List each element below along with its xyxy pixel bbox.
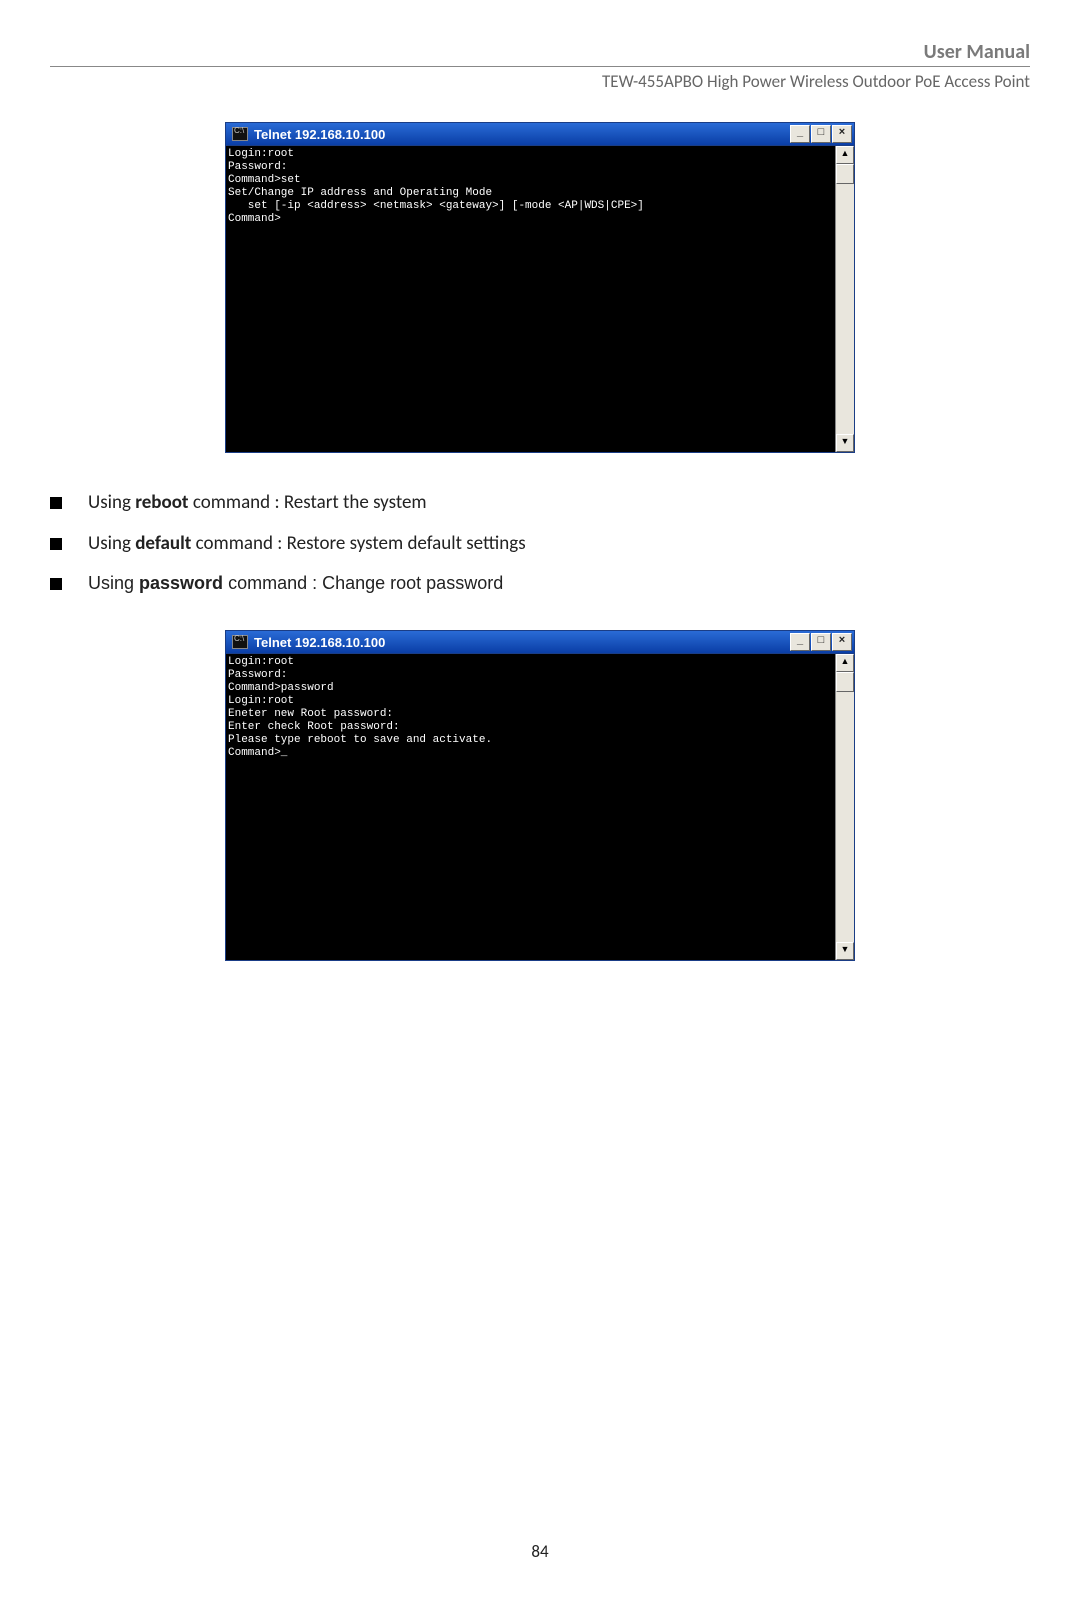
text: Using (88, 573, 139, 593)
text: Using (88, 532, 135, 555)
scroll-down-icon[interactable]: ▼ (836, 942, 854, 960)
command-name: password (139, 573, 223, 593)
titlebar[interactable]: Telnet 192.168.10.100 _ □ × (225, 630, 855, 654)
bullet-reboot: Using reboot command : Restart the syste… (50, 491, 1030, 514)
scroll-up-icon[interactable]: ▲ (836, 146, 854, 164)
text: command : Restore system default setting… (191, 532, 525, 555)
terminal-output[interactable]: Login:root Password: Command>set Set/Cha… (226, 146, 835, 452)
bullet-icon (50, 497, 62, 509)
window-title: Telnet 192.168.10.100 (254, 127, 790, 142)
command-prompt-icon (232, 635, 248, 649)
terminal-window-password: Telnet 192.168.10.100 _ □ × Login:root P… (225, 630, 855, 961)
scroll-thumb[interactable] (836, 672, 854, 692)
terminal-window-set: Telnet 192.168.10.100 _ □ × Login:root P… (225, 122, 855, 453)
command-name: default (135, 532, 191, 555)
page-number: 84 (50, 1541, 1030, 1562)
bullet-icon (50, 538, 62, 550)
text: command : Restart the system (189, 491, 427, 514)
command-name: reboot (135, 491, 188, 514)
subtitle: TEW-455APBO High Power Wireless Outdoor … (50, 71, 1030, 92)
titlebar[interactable]: Telnet 192.168.10.100 _ □ × (225, 122, 855, 146)
minimize-button[interactable]: _ (790, 633, 810, 651)
window-title: Telnet 192.168.10.100 (254, 635, 790, 650)
scroll-thumb[interactable] (836, 164, 854, 184)
close-button[interactable]: × (832, 633, 852, 651)
bullet-icon (50, 578, 62, 590)
text: command : Change root password (223, 573, 503, 593)
command-prompt-icon (232, 127, 248, 141)
window-controls: _ □ × (790, 633, 852, 651)
scroll-up-icon[interactable]: ▲ (836, 654, 854, 672)
header-row: User Manual (50, 40, 1030, 67)
scrollbar[interactable]: ▲ ▼ (835, 146, 854, 452)
bullet-default: Using default command : Restore system d… (50, 532, 1030, 555)
terminal-output[interactable]: Login:root Password: Command>password Lo… (226, 654, 835, 960)
maximize-button[interactable]: □ (811, 633, 831, 651)
scroll-down-icon[interactable]: ▼ (836, 434, 854, 452)
close-button[interactable]: × (832, 125, 852, 143)
header-title: User Manual (924, 40, 1030, 64)
scrollbar[interactable]: ▲ ▼ (835, 654, 854, 960)
text: Using (88, 491, 135, 514)
window-controls: _ □ × (790, 125, 852, 143)
minimize-button[interactable]: _ (790, 125, 810, 143)
maximize-button[interactable]: □ (811, 125, 831, 143)
bullet-password: Using password command : Change root pas… (50, 573, 1030, 594)
